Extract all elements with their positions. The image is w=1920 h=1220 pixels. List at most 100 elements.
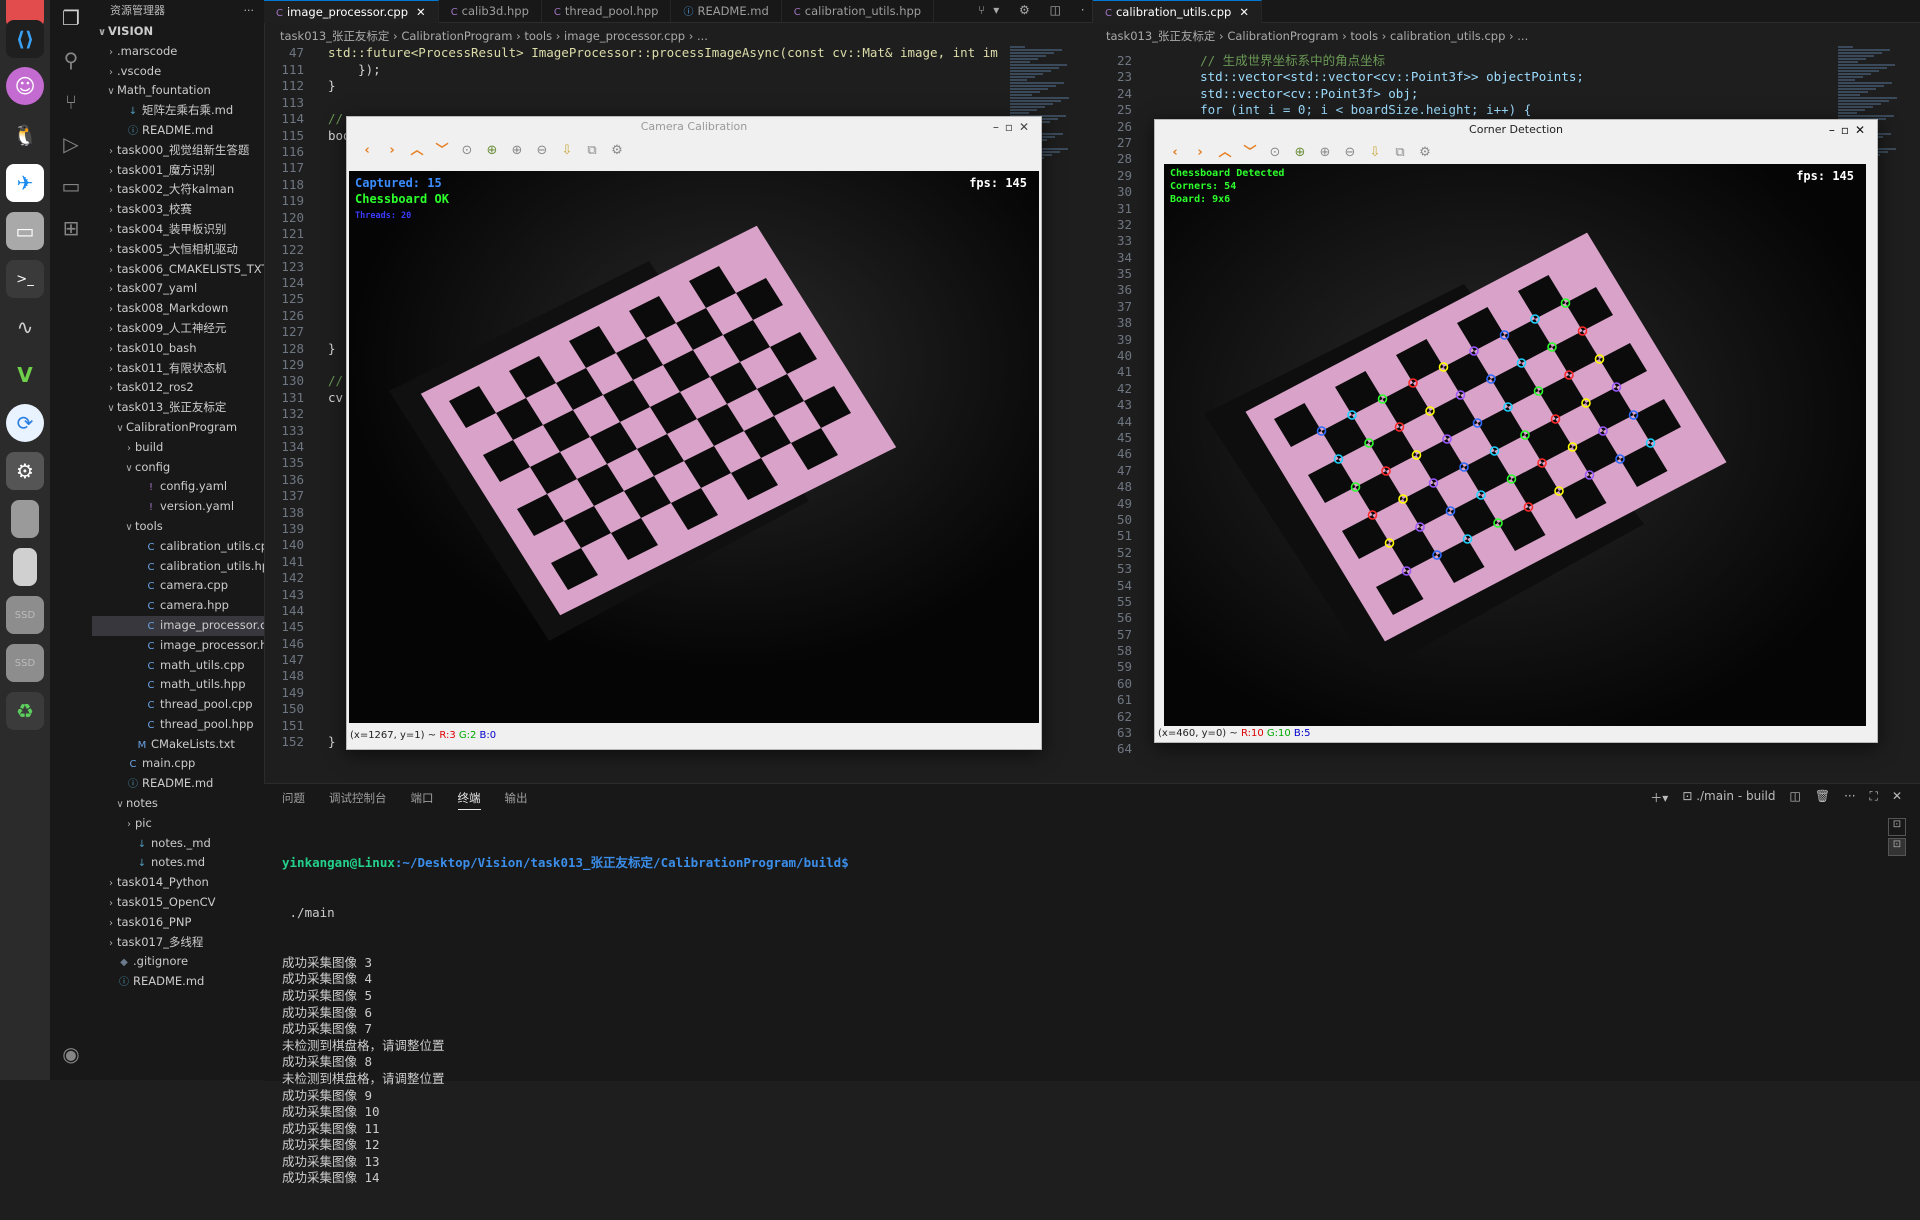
pan-down-icon[interactable]: ﹀ [1240, 143, 1260, 163]
pan-left-icon[interactable]: ‹ [1165, 143, 1185, 163]
tree-folder[interactable]: › .marscode [92, 42, 264, 62]
panel-more-icon[interactable]: ··· [1844, 789, 1855, 806]
tree-file[interactable]: Cimage_processor.hpp [92, 636, 265, 656]
editor-tab[interactable]: ⓘ README.md [671, 0, 782, 22]
account-icon[interactable]: ◉ [59, 1042, 83, 1066]
tree-folder[interactable]: › task005_大恒相机驱动 [92, 240, 264, 260]
terminal-instance[interactable]: ⊡ ./main - build [1682, 789, 1775, 806]
tree-file[interactable]: ◆ .gitignore [92, 952, 264, 972]
tree-folder[interactable]: ∨ VISION [92, 22, 264, 42]
explorer-icon[interactable]: ❐ [59, 6, 83, 30]
save-image-icon[interactable]: ⇩ [1365, 143, 1385, 163]
tree-folder[interactable]: ∨ tools [92, 517, 264, 537]
tree-file[interactable]: Ccamera.hpp [92, 596, 264, 616]
tree-folder[interactable]: › task001_魔方识别 [92, 161, 264, 181]
tree-file[interactable]: Cmath_utils.hpp [92, 675, 264, 695]
explorer-more-button[interactable]: ··· [244, 0, 255, 22]
tree-folder[interactable]: › task007_yaml [92, 279, 264, 299]
tree-folder[interactable]: › task011_有限状态机 [92, 359, 264, 379]
editor-tab[interactable]: Ccalibration_utils.cpp ✕ [1093, 0, 1262, 23]
terminal-list-icon-2[interactable]: ⊡ [1888, 838, 1906, 856]
tree-folder[interactable]: › task002_大符kalman [92, 180, 264, 200]
panel-tab[interactable]: 端口 [411, 790, 434, 810]
run-debug-icon[interactable]: ▷ [59, 132, 83, 156]
tree-file[interactable]: Ccalibration_utils.hpp [92, 557, 265, 577]
pan-down-icon[interactable]: ﹀ [432, 141, 452, 161]
right-breadcrumb[interactable]: task013_张正友标定 › CalibrationProgram › too… [1106, 27, 1906, 45]
tree-file[interactable]: Cthread_pool.hpp [92, 715, 264, 735]
source-control-icon[interactable]: ⑂ [59, 90, 83, 114]
panel-tab[interactable]: 终端 [457, 790, 481, 810]
ssd-icon-1[interactable]: SSD [6, 596, 44, 634]
terminal-icon[interactable]: >_ [6, 260, 44, 298]
calib-window-titlebar[interactable]: Camera Calibration –▫✕ [347, 117, 1041, 137]
corner-window-controls[interactable]: –▫✕ [1829, 120, 1871, 140]
drive-icon[interactable] [11, 500, 39, 538]
properties-icon[interactable]: ⚙ [607, 141, 627, 161]
pan-right-icon[interactable]: › [1190, 143, 1210, 163]
tree-folder[interactable]: › task014_Python [92, 873, 264, 893]
tree-file[interactable]: ! version.yaml [92, 497, 264, 517]
trash-icon[interactable]: ♻ [6, 692, 44, 730]
zoom-out-icon[interactable]: ⊖ [532, 141, 552, 161]
kill-terminal-icon[interactable]: 🗑 [1815, 789, 1830, 806]
tree-file[interactable]: Cmath_utils.cpp [92, 656, 264, 676]
save-image-icon[interactable]: ⇩ [557, 141, 577, 161]
calib-image-canvas[interactable]: Captured: 15 Chessboard OK Threads: 20 f… [349, 171, 1039, 723]
pan-up-icon[interactable]: ︿ [1215, 143, 1235, 163]
split-terminal-icon[interactable]: ◫ [1790, 789, 1801, 806]
editor-tab[interactable]: Cimage_processor.cpp ✕ [264, 0, 439, 23]
zoom-in-icon[interactable]: ⊕ [507, 141, 527, 161]
tree-folder[interactable]: › task004_装甲板识别 [92, 220, 264, 240]
tree-folder[interactable]: › task012_ros2 [92, 378, 264, 398]
ssd-icon-2[interactable]: SSD [6, 644, 44, 682]
camera-calibration-window[interactable]: Camera Calibration –▫✕ ‹ › ︿ ﹀ ⊙ ⊕ ⊕ ⊖ ⇩… [346, 116, 1042, 750]
tree-file[interactable]: Cmain.cpp [92, 754, 264, 774]
panel-tab[interactable]: 调试控制台 [329, 790, 387, 810]
tree-file[interactable]: Ccamera.cpp [92, 576, 264, 596]
feishu-icon[interactable]: ✈ [6, 164, 44, 202]
settings-icon[interactable]: ⚙ [6, 452, 44, 490]
tree-folder[interactable]: › task010_bash [92, 339, 264, 359]
tree-file[interactable]: ↓ 矩阵左乘右乘.md [92, 101, 264, 121]
tree-folder[interactable]: › task008_Markdown [92, 299, 264, 319]
search-icon[interactable]: ⚲ [59, 48, 83, 72]
editor-tab[interactable]: Cthread_pool.hpp [542, 0, 672, 22]
pan-left-icon[interactable]: ‹ [357, 141, 377, 161]
pan-up-icon[interactable]: ︿ [407, 141, 427, 161]
qq-icon[interactable]: 🐧 [6, 116, 44, 154]
terminal-output[interactable]: yinkangan@Linux:~/Desktop/Vision/task013… [282, 822, 849, 1220]
close-tab-icon[interactable]: ✕ [416, 5, 426, 19]
tree-folder[interactable]: › task000_视觉组新生答题 [92, 141, 264, 161]
corner-image-canvas[interactable]: Chessboard Detected Corners: 54 Board: 9… [1164, 164, 1866, 726]
tree-file[interactable]: ↓ notes._md [92, 834, 264, 854]
tree-file[interactable]: ! config.yaml [92, 477, 264, 497]
zoom-actual-icon[interactable]: ⊕ [482, 141, 502, 161]
tree-folder[interactable]: › task017_多线程 [92, 933, 264, 953]
vscode-icon[interactable]: ⟨⟩ [6, 20, 44, 58]
tree-folder[interactable]: › .vscode [92, 62, 264, 82]
panel-tab[interactable]: 输出 [505, 790, 528, 810]
tree-folder[interactable]: ∨ CalibrationProgram [92, 418, 264, 438]
corner-window-titlebar[interactable]: Corner Detection –▫✕ [1155, 120, 1877, 140]
usb-drive-icon[interactable] [13, 548, 37, 586]
tree-file[interactable]: ⓘ README.md [92, 121, 264, 141]
pan-right-icon[interactable]: › [382, 141, 402, 161]
vim-icon[interactable]: V [6, 356, 44, 394]
extensions-icon[interactable]: ⊞ [59, 216, 83, 240]
tree-folder[interactable]: › task003_校赛 [92, 200, 264, 220]
tree-file[interactable]: M CMakeLists.txt [92, 735, 264, 755]
left-breadcrumb[interactable]: task013_张正友标定 › CalibrationProgram › too… [280, 27, 1080, 45]
tree-file[interactable]: ↓ notes.md [92, 853, 264, 873]
tree-file[interactable]: ⓘ README.md [92, 774, 264, 794]
tree-folder[interactable]: › task016_PNP [92, 913, 264, 933]
tree-folder[interactable]: › task009_人工神经元 [92, 319, 264, 339]
close-tab-icon[interactable]: ✕ [1239, 5, 1249, 19]
copy-image-icon[interactable]: ⧉ [1390, 143, 1410, 163]
tree-file[interactable]: Ccalibration_utils.cpp [92, 537, 265, 557]
new-terminal-icon[interactable]: ＋▾ [1650, 789, 1668, 806]
tree-folder[interactable]: ∨ task013_张正友标定 [92, 398, 264, 418]
zoom-fit-icon[interactable]: ⊙ [1265, 143, 1285, 163]
terminal-list-icon[interactable]: ⊡ [1888, 818, 1906, 836]
panel-tab[interactable]: 问题 [282, 790, 305, 810]
